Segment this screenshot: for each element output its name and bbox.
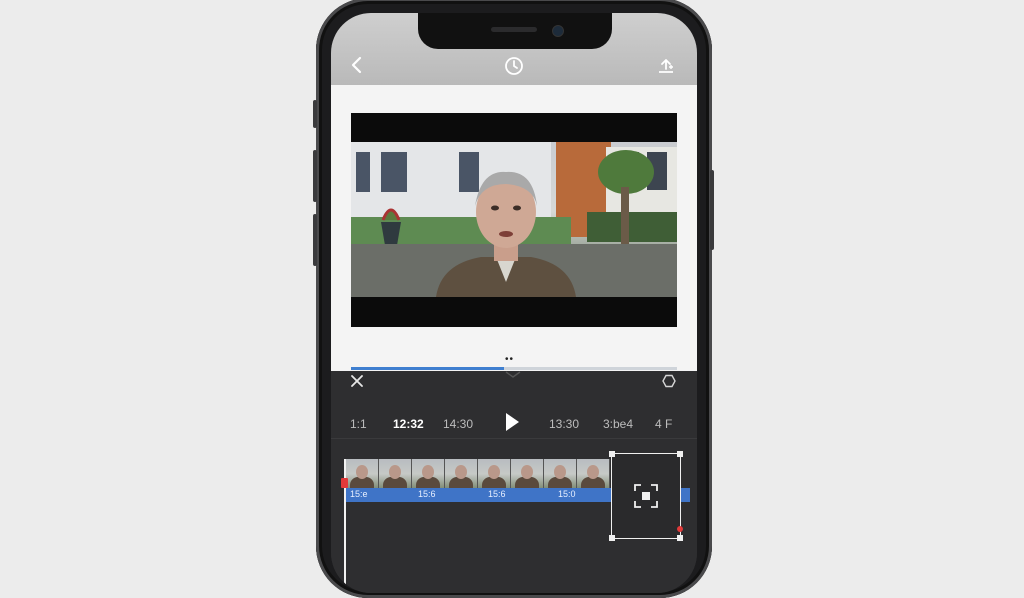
clip-label: 15:6 [488,489,506,499]
notch [418,13,612,49]
page-indicator: •• [505,354,515,365]
side-button-mute [313,100,317,128]
crop-handle-bottom-right[interactable] [677,535,683,541]
crop-marker-dot [677,526,683,532]
chevron-left-icon[interactable] [345,53,369,77]
collapse-chevron-icon[interactable] [501,369,525,381]
front-camera [552,25,564,37]
thumbnail-frame [445,459,478,489]
time-label[interactable]: 14:30 [443,417,473,431]
side-button-power [710,170,714,250]
divider [331,438,697,439]
close-icon[interactable] [347,371,367,391]
thumbnail-frame [346,459,379,489]
focus-frame-icon[interactable] [632,482,660,510]
playback-progress-fill [351,367,505,370]
crop-handle-top-left[interactable] [609,451,615,457]
time-label-active[interactable]: 12:32 [393,417,424,431]
clip-label: 15:6 [418,489,436,499]
thumbnail-strip [346,459,610,489]
thumbnail-frame [577,459,610,489]
clip-label: 15:e [350,489,368,499]
speaker [491,27,537,32]
crop-handle-top-right[interactable] [677,451,683,457]
timer-icon[interactable] [501,53,527,79]
export-upload-icon[interactable] [653,53,679,79]
playhead-marker[interactable] [341,478,348,488]
crop-selection-box[interactable] [609,451,683,541]
time-label[interactable]: 3:be4 [603,417,633,431]
thumbnail-frame [379,459,412,489]
thumbnail-frame [544,459,577,489]
clip-label: 15:0 [558,489,576,499]
video-preview[interactable] [351,113,677,327]
time-label[interactable]: 13:30 [549,417,579,431]
video-frame-image [351,142,677,297]
time-label[interactable]: 4 F [655,417,672,431]
phone-screen: •• 1:1 12:32 14:30 13:30 3:be4 4 F 15:e … [331,13,697,593]
time-label[interactable]: 1:1 [350,417,367,431]
side-button-volume-down [313,214,317,266]
crop-handle-bottom-left[interactable] [609,535,615,541]
thumbnail-frame [511,459,544,489]
hexagon-icon[interactable] [659,371,679,391]
thumbnail-frame [478,459,511,489]
thumbnail-frame [412,459,445,489]
play-icon[interactable] [499,409,525,435]
side-button-volume-up [313,150,317,202]
